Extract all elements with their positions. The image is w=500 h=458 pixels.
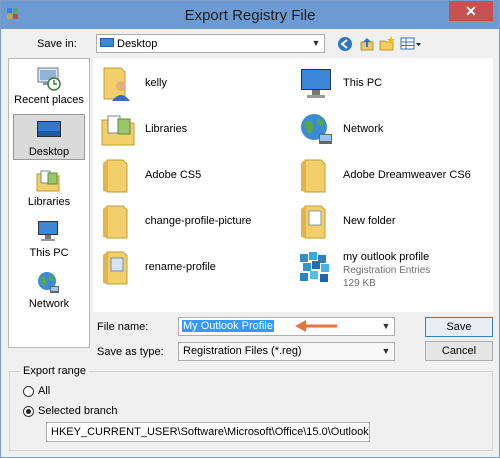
file-name: change-profile-picture	[145, 215, 252, 227]
file-name-input[interactable]: My Outlook Profile ▼	[178, 317, 395, 336]
file-name: Adobe CS5	[145, 169, 202, 181]
save-as-type-dropdown[interactable]: Registration Files (*.reg) ▼	[178, 342, 395, 361]
radio-selected-branch-label: Selected branch	[38, 405, 118, 417]
save-button[interactable]: Save	[425, 317, 493, 337]
radio-selected-branch[interactable]	[23, 406, 34, 417]
this-pc-icon	[301, 69, 331, 98]
file-name: Network	[343, 123, 384, 135]
new-folder-icon[interactable]	[378, 36, 396, 52]
back-icon[interactable]	[336, 36, 354, 52]
export-range-title: Export range	[20, 365, 89, 377]
file-item[interactable]: rename-profile	[93, 247, 288, 291]
chevron-down-icon[interactable]: ▼	[308, 35, 324, 52]
cancel-button[interactable]: Cancel	[425, 341, 493, 361]
place-this-pc[interactable]: This PC	[13, 216, 85, 262]
folder-icon	[103, 159, 128, 193]
place-network[interactable]: Network	[13, 267, 85, 313]
folder-icon	[301, 205, 326, 239]
file-item[interactable]: This PC	[291, 63, 486, 107]
place-label: This PC	[29, 247, 69, 259]
save-in-dropdown[interactable]: Desktop ▼	[96, 34, 325, 53]
file-item[interactable]: Network	[291, 109, 486, 153]
view-menu-icon[interactable]	[400, 36, 422, 52]
file-name: New folder	[343, 215, 396, 227]
file-name: Adobe Dreamweaver CS6	[343, 169, 471, 181]
desktop-icon	[37, 121, 61, 137]
radio-all-label: All	[38, 385, 51, 397]
annotation-arrow-icon	[295, 320, 337, 332]
user-folder-icon	[103, 67, 130, 101]
desktop-icon	[100, 38, 114, 47]
file-name-value: My Outlook Profile	[182, 320, 274, 332]
place-libraries[interactable]: Libraries	[13, 165, 85, 211]
file-name-label: File name:	[97, 321, 149, 333]
file-item[interactable]: New folder	[291, 201, 486, 245]
file-name: rename-profile	[145, 261, 216, 273]
registry-file-icon	[300, 252, 329, 282]
file-name: This PC	[343, 77, 383, 89]
libraries-icon	[101, 115, 135, 146]
place-recent-places[interactable]: Recent places	[13, 63, 85, 109]
chevron-down-icon[interactable]: ▼	[378, 318, 394, 335]
close-button[interactable]: ✕	[449, 1, 493, 21]
places-bar: Recent places Desktop Libraries This PC	[8, 58, 90, 348]
place-label: Network	[28, 298, 70, 310]
file-size: 129 KB	[343, 278, 376, 289]
save-in-value: Desktop	[117, 38, 158, 50]
save-as-type-label: Save as type:	[97, 346, 164, 358]
file-item[interactable]: my outlook profile Registration Entries …	[291, 247, 486, 295]
save-as-type-value: Registration Files (*.reg)	[183, 345, 302, 357]
file-item[interactable]: Adobe CS5	[93, 155, 288, 199]
file-name: kelly	[145, 77, 168, 89]
up-folder-icon[interactable]	[358, 36, 376, 52]
export-registry-dialog: Export Registry File ✕ Save in: Desktop …	[0, 0, 500, 458]
network-icon	[38, 272, 59, 293]
place-label: Desktop	[28, 146, 70, 158]
file-item[interactable]: change-profile-picture	[93, 201, 288, 245]
folder-icon	[103, 251, 128, 285]
file-item[interactable]: kelly	[93, 63, 288, 107]
folder-icon	[103, 205, 128, 239]
file-item[interactable]: Adobe Dreamweaver CS6	[291, 155, 486, 199]
place-desktop[interactable]: Desktop	[13, 114, 85, 160]
network-icon	[301, 114, 332, 144]
radio-all[interactable]	[23, 386, 34, 397]
this-pc-icon	[38, 221, 58, 241]
folder-icon	[301, 159, 326, 193]
chevron-down-icon[interactable]: ▼	[378, 343, 394, 360]
file-name: Libraries	[145, 123, 188, 135]
place-label: Recent places	[14, 94, 84, 106]
place-label: Libraries	[27, 196, 71, 208]
file-list: kelly This PC Libraries Network Adobe CS…	[93, 58, 493, 312]
title-bar[interactable]: Export Registry File ✕	[1, 1, 499, 29]
branch-path-input[interactable]: HKEY_CURRENT_USER\Software\Microsoft\Off…	[46, 422, 370, 442]
file-name: my outlook profile	[343, 251, 430, 263]
window-title: Export Registry File	[184, 7, 316, 24]
file-item[interactable]: Libraries	[93, 109, 288, 153]
recent-places-icon	[37, 67, 61, 91]
libraries-icon	[36, 170, 60, 192]
save-in-label: Save in:	[37, 38, 77, 50]
file-type: Registration Entries	[343, 265, 431, 276]
